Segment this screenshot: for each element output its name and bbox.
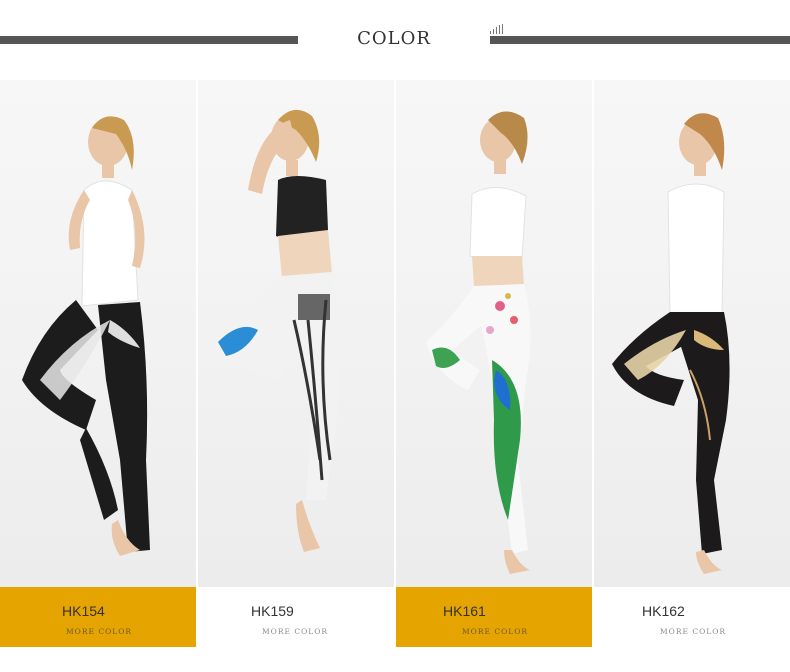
more-color-link[interactable]: MORE COLOR xyxy=(66,627,132,636)
product-photo xyxy=(396,80,592,587)
section-heading: COLOR xyxy=(357,28,431,49)
product-card[interactable]: HK162 MORE COLOR xyxy=(594,80,790,647)
product-photo xyxy=(198,80,394,587)
page-footer-space xyxy=(0,647,790,672)
product-code: HK162 xyxy=(642,603,685,619)
more-color-link[interactable]: MORE COLOR xyxy=(462,627,528,636)
more-color-link[interactable]: MORE COLOR xyxy=(262,627,328,636)
product-label[interactable]: HK161 MORE COLOR xyxy=(396,587,592,647)
header-bar-right xyxy=(490,36,790,44)
product-photo xyxy=(594,80,790,587)
product-card[interactable]: HK154 MORE COLOR xyxy=(0,80,196,647)
section-header: COLOR xyxy=(0,0,790,80)
product-grid: HK154 MORE COLOR HK159 MORE COLOR HK161 … xyxy=(0,80,790,647)
product-code: HK159 xyxy=(251,603,294,619)
product-code: HK154 xyxy=(62,603,105,619)
product-card[interactable]: HK159 MORE COLOR xyxy=(198,80,394,647)
header-bar-left xyxy=(0,36,298,44)
product-code: HK161 xyxy=(443,603,486,619)
product-card[interactable]: HK161 MORE COLOR xyxy=(396,80,592,647)
signal-bars-icon xyxy=(490,24,504,34)
product-label[interactable]: HK159 MORE COLOR xyxy=(198,587,394,647)
product-label[interactable]: HK162 MORE COLOR xyxy=(594,587,790,647)
more-color-link[interactable]: MORE COLOR xyxy=(660,627,726,636)
product-label[interactable]: HK154 MORE COLOR xyxy=(0,587,196,647)
product-photo xyxy=(0,80,196,587)
